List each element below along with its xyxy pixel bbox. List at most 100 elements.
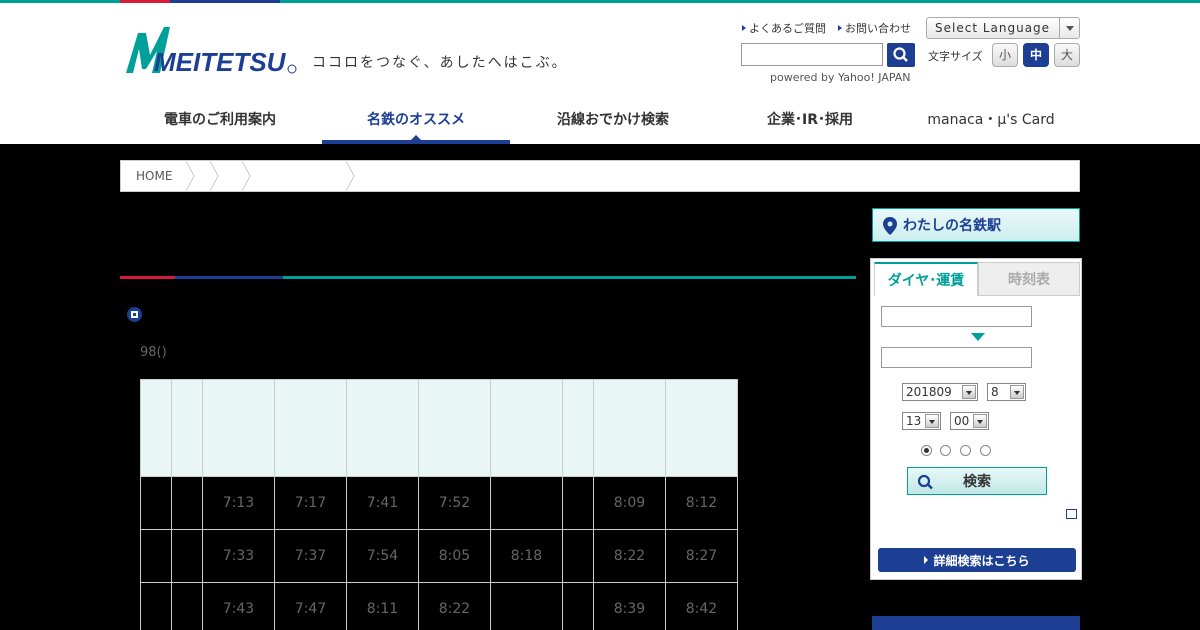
global-nav: 電車のご利用案内 名鉄のオススメ 沿線おでかけ検索 企業･IR･採用 manac… <box>120 93 1080 144</box>
table-cell: 7:17 <box>274 476 347 530</box>
timetable-header-cell <box>593 379 666 477</box>
timetable-header-cell <box>202 379 275 477</box>
timetable-header-cell <box>171 379 203 477</box>
title-underline <box>120 276 856 279</box>
table-cell <box>171 582 203 630</box>
tagline: ココロをつなぐ、あしたへはこぶ。 <box>312 55 568 71</box>
timetable-header-row <box>140 379 738 477</box>
table-cell: 8:27 <box>665 529 738 583</box>
meitetsu-logo[interactable]: MEITETSU <box>124 25 299 75</box>
departure-station-input[interactable] <box>881 306 1032 327</box>
arrival-station-input[interactable] <box>881 347 1032 368</box>
tab-diagram-fare[interactable]: ダイヤ･運賃 <box>874 262 978 296</box>
table-cell <box>140 582 172 630</box>
nav-train-guide[interactable]: 電車のご利用案内 <box>120 93 320 144</box>
timetable-header-cell <box>140 379 172 477</box>
detail-search-button[interactable]: 詳細検索はこちら <box>878 548 1076 572</box>
nav-recommend[interactable]: 名鉄のオススメ <box>322 93 510 144</box>
table-cell: 8:22 <box>593 529 666 583</box>
minute-select[interactable]: 00 <box>950 412 989 430</box>
timetable-header-cell <box>346 379 419 477</box>
font-size-label: 文字サイズ <box>928 50 983 63</box>
font-size-small-button[interactable]: 小 <box>992 43 1018 67</box>
nav-corporate[interactable]: 企業･IR･採用 <box>718 93 902 144</box>
search-type-radio-4[interactable] <box>980 445 991 456</box>
breadcrumb-home[interactable]: HOME <box>121 161 186 191</box>
chevron-down-icon <box>973 414 987 428</box>
breadcrumb: HOME <box>120 160 1080 192</box>
tab-timetable[interactable]: 時刻表 <box>978 262 1080 296</box>
timetable-header-cell <box>274 379 347 477</box>
table-cell: 7:13 <box>202 476 275 530</box>
table-cell <box>562 476 594 530</box>
timetable-header-cell <box>490 379 563 477</box>
chevron-down-icon <box>925 414 939 428</box>
section-heading <box>127 307 149 322</box>
sidebar-banner[interactable] <box>872 616 1080 630</box>
table-note: 98() <box>140 345 167 360</box>
table-cell: 7:37 <box>274 529 347 583</box>
table-cell <box>562 582 594 630</box>
table-cell: 8:22 <box>418 582 491 630</box>
chevron-down-icon <box>962 385 976 399</box>
table-cell: 7:41 <box>346 476 419 530</box>
triangle-icon <box>838 25 842 31</box>
section-bullet-icon <box>127 307 142 322</box>
nav-outing-search[interactable]: 沿線おでかけ検索 <box>508 93 718 144</box>
day-select[interactable]: 8 <box>987 383 1026 401</box>
site-search-button[interactable] <box>887 43 915 67</box>
utility-links: よくあるご質問 お問い合わせ <box>742 20 911 36</box>
search-type-radio-1[interactable] <box>921 445 932 456</box>
timetable-header-cell <box>562 379 594 477</box>
table-cell: 8:11 <box>346 582 419 630</box>
table-cell: 7:52 <box>418 476 491 530</box>
table-cell: 7:47 <box>274 582 347 630</box>
faq-link[interactable]: よくあるご質問 <box>742 20 826 36</box>
nav-manaca[interactable]: manaca・μ's Card <box>902 93 1080 144</box>
timetable-header-cell <box>418 379 491 477</box>
my-station-button[interactable]: わたしの名鉄駅 <box>872 208 1080 242</box>
table-cell: 8:42 <box>665 582 738 630</box>
search-type-radio-2[interactable] <box>940 445 951 456</box>
search-icon <box>917 474 933 490</box>
table-cell: 8:09 <box>593 476 666 530</box>
route-search-panel: ダイヤ･運賃 時刻表 201809 8 13 00 検索 詳細検索はこちら <box>870 258 1082 580</box>
arrow-down-icon <box>971 333 985 341</box>
table-cell <box>490 476 563 530</box>
search-type-radio-3[interactable] <box>960 445 971 456</box>
triangle-icon <box>924 556 929 564</box>
table-cell: 7:33 <box>202 529 275 583</box>
table-cell <box>171 476 203 530</box>
table-cell <box>171 529 203 583</box>
triangle-icon <box>742 25 746 31</box>
language-select[interactable]: Select Language <box>926 17 1080 39</box>
table-cell <box>562 529 594 583</box>
timetable-header-cell <box>665 379 738 477</box>
site-header: MEITETSU ココロをつなぐ、あしたへはこぶ。 よくあるご質問 お問い合わせ… <box>0 3 1200 144</box>
search-icon <box>893 47 908 62</box>
table-cell: 8:18 <box>490 529 563 583</box>
contact-link[interactable]: お問い合わせ <box>838 20 911 36</box>
breadcrumb-separators <box>186 161 355 191</box>
site-search-input[interactable] <box>741 43 883 66</box>
timetable: 7:13 7:17 7:41 7:52 8:09 8:12 7:33 7:37 … <box>140 379 738 630</box>
table-row: 7:33 7:37 7:54 8:05 8:18 8:22 8:27 <box>140 529 738 583</box>
table-cell <box>140 476 172 530</box>
font-size-medium-button[interactable]: 中 <box>1023 43 1049 67</box>
table-row: 7:43 7:47 8:11 8:22 8:39 8:42 <box>140 582 738 630</box>
table-cell: 7:43 <box>202 582 275 630</box>
table-cell: 8:05 <box>418 529 491 583</box>
font-size-large-button[interactable]: 大 <box>1054 43 1080 67</box>
external-window-icon[interactable] <box>1066 509 1077 519</box>
table-row: 7:13 7:17 7:41 7:52 8:09 8:12 <box>140 476 738 530</box>
table-cell: 8:12 <box>665 476 738 530</box>
hour-select[interactable]: 13 <box>902 412 941 430</box>
route-search-button[interactable]: 検索 <box>907 467 1047 495</box>
chevron-down-icon <box>1010 385 1024 399</box>
year-month-select[interactable]: 201809 <box>902 383 978 401</box>
location-pin-icon <box>883 217 897 235</box>
table-cell: 8:39 <box>593 582 666 630</box>
table-cell <box>140 529 172 583</box>
svg-text:MEITETSU: MEITETSU <box>154 47 287 75</box>
table-cell: 7:54 <box>346 529 419 583</box>
